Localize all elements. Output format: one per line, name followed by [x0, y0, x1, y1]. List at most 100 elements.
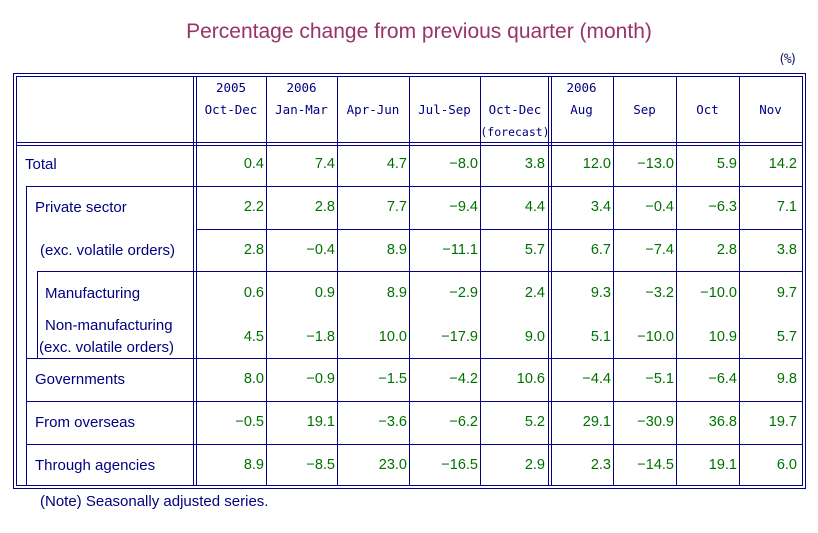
row-label: Non-manufacturing — [45, 317, 173, 334]
table-cell: 3.8 — [524, 156, 545, 172]
table-cell: 3.8 — [776, 242, 797, 258]
footnote: (Note) Seasonally adjusted series. — [40, 493, 269, 510]
table-cell: −2.9 — [449, 285, 478, 301]
table-cell: −10.0 — [700, 285, 737, 301]
table-border — [805, 73, 806, 489]
table-cell: −8.5 — [306, 457, 335, 473]
row-border — [26, 444, 802, 445]
table-border — [16, 76, 17, 486]
column-header-year: 2006 — [286, 80, 317, 95]
table-cell: 2.8 — [314, 199, 335, 215]
table-cell: 19.1 — [306, 414, 335, 430]
column-header-period: Sep — [633, 102, 656, 117]
table-cell: −13.0 — [637, 156, 674, 172]
table-cell: −10.0 — [637, 329, 674, 345]
table-cell: 2.3 — [590, 457, 611, 473]
table-cell: −3.2 — [645, 285, 674, 301]
label-column-border — [193, 76, 194, 486]
column-header-period: Jul-Sep — [418, 102, 471, 117]
table-cell: 10.6 — [516, 371, 545, 387]
table-cell: 7.4 — [314, 156, 335, 172]
row-label: Private sector — [35, 199, 127, 216]
table-cell: 19.7 — [768, 414, 797, 430]
row-label: From overseas — [35, 414, 136, 431]
column-header-year: 2005 — [215, 80, 247, 95]
table-cell: 8.0 — [243, 371, 264, 387]
table-cell: −4.2 — [449, 371, 478, 387]
table-cell: −6.3 — [708, 199, 737, 215]
table-cell: −1.5 — [378, 371, 407, 387]
table-cell: −17.9 — [441, 329, 478, 345]
column-header-year: 2006 — [566, 80, 597, 95]
table-cell: 6.0 — [776, 457, 797, 473]
table-cell: −14.5 — [637, 457, 674, 473]
row-label: Through agencies — [35, 457, 156, 474]
table-cell: −6.4 — [708, 371, 737, 387]
table-cell: −30.9 — [637, 414, 674, 430]
table-cell: 9.8 — [776, 371, 797, 387]
table-cell: 2.8 — [716, 242, 737, 258]
table-border — [13, 73, 806, 74]
row-border — [37, 271, 802, 272]
table-cell: 4.7 — [386, 156, 407, 172]
header-border — [16, 145, 803, 146]
table-cell: 4.5 — [243, 329, 264, 345]
table-cell: −6.2 — [449, 414, 478, 430]
table-cell: 5.2 — [524, 414, 545, 430]
page-title: Percentage change from previous quarter … — [186, 20, 652, 43]
table-cell: 9.0 — [524, 329, 545, 345]
row-border — [26, 186, 802, 187]
row-label: Manufacturing — [45, 285, 141, 302]
row-label: (exc. volatile orders) — [40, 242, 176, 259]
column-header-sub: (forecast) — [480, 125, 550, 139]
table-cell: 5.7 — [524, 242, 545, 258]
table-cell: 3.4 — [590, 199, 611, 215]
table-cell: 0.9 — [314, 285, 335, 301]
table-cell: 2.9 — [524, 457, 545, 473]
table-cell: 5.9 — [716, 156, 737, 172]
table-cell: −4.4 — [582, 371, 611, 387]
table-cell: 36.8 — [708, 414, 737, 430]
table-cell: 14.2 — [768, 156, 797, 172]
table-cell: 12.0 — [582, 156, 611, 172]
column-header-period: Nov — [759, 102, 782, 117]
unit-label: (%) — [778, 52, 798, 67]
row-label: Governments — [35, 371, 126, 388]
table-cell: −16.5 — [441, 457, 478, 473]
row-label-sub: (exc. volatile orders) — [39, 339, 175, 356]
table-border — [13, 488, 806, 489]
table-cell: 8.9 — [386, 242, 407, 258]
table-cell: 2.8 — [243, 242, 264, 258]
table-cell: −8.0 — [449, 156, 478, 172]
column-header-period: Oct-Dec — [204, 102, 258, 117]
table-cell: 10.9 — [708, 329, 737, 345]
row-border — [197, 229, 802, 230]
table-cell: −0.5 — [235, 414, 264, 430]
table-cell: −0.4 — [645, 199, 674, 215]
table-cell: 5.7 — [776, 329, 797, 345]
table-cell: 0.4 — [243, 156, 264, 172]
table-cell: 2.2 — [243, 199, 264, 215]
table-cell: −9.4 — [449, 199, 478, 215]
table-cell: 5.1 — [590, 329, 611, 345]
column-header-period: Oct — [696, 102, 719, 117]
table-cell: −0.4 — [306, 242, 335, 258]
table-cell: −7.4 — [645, 242, 674, 258]
table-cell: 19.1 — [708, 457, 737, 473]
table-cell: 8.9 — [386, 285, 407, 301]
column-header-period: Oct-Dec — [488, 102, 542, 117]
column-header-period: Apr-Jun — [346, 102, 400, 117]
table-cell: −0.9 — [306, 371, 335, 387]
table-cell: −5.1 — [645, 371, 674, 387]
row-border — [26, 358, 802, 359]
table-cell: 7.7 — [386, 199, 407, 215]
table-cell: 9.3 — [590, 285, 611, 301]
table-cell: 7.1 — [776, 199, 797, 215]
row-border — [26, 401, 802, 402]
group-bracket — [37, 271, 38, 358]
table-border — [802, 76, 803, 486]
table-cell: 8.9 — [243, 457, 264, 473]
row-label: Total — [25, 156, 57, 173]
table-cell: −11.1 — [442, 242, 478, 258]
table-cell: 29.1 — [582, 414, 611, 430]
